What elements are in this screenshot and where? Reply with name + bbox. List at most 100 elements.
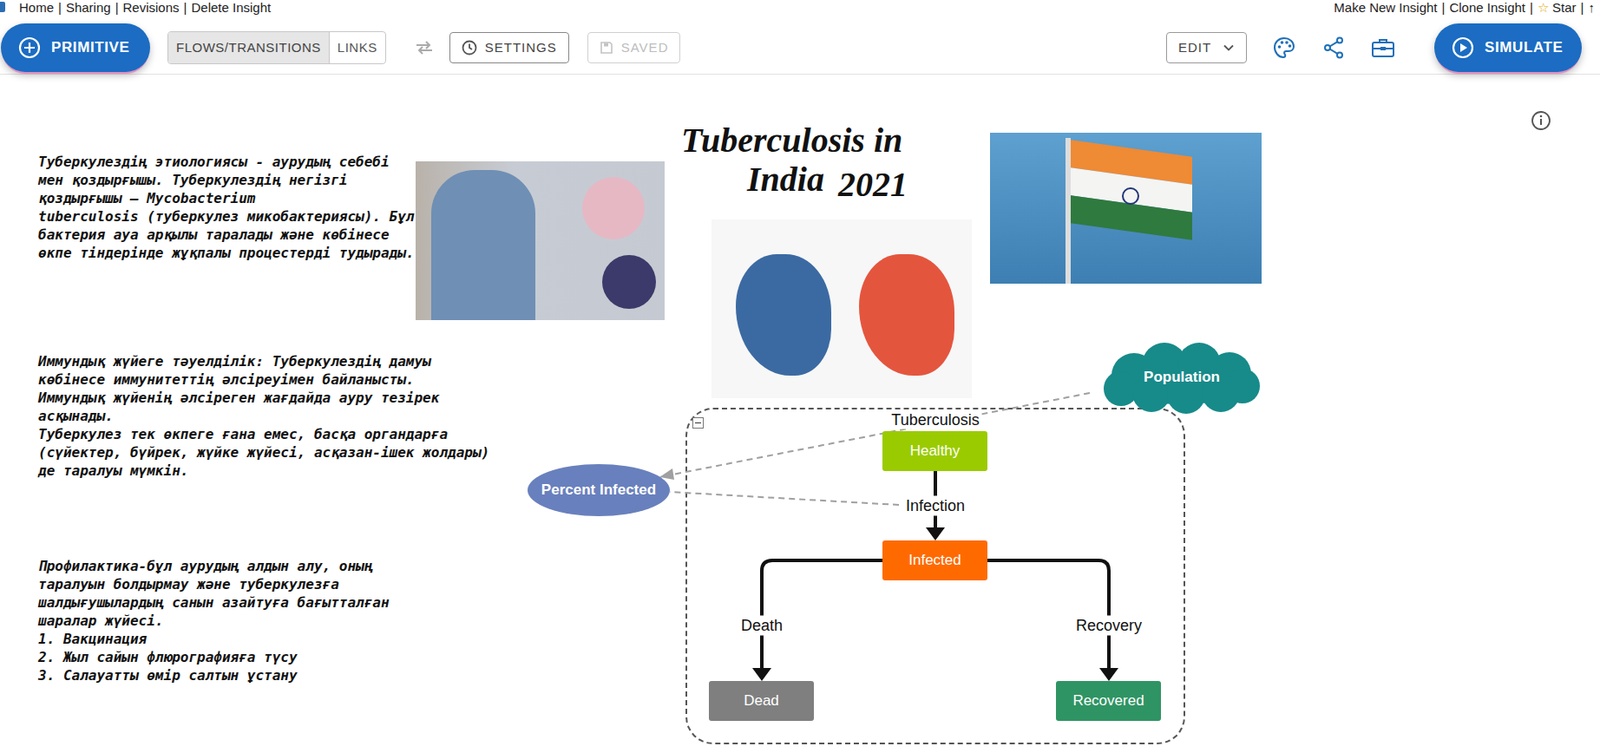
note-line: шаралар жүйесі.	[38, 611, 390, 630]
swap-icon[interactable]	[414, 39, 434, 56]
text-note[interactable]: Иммундық жүйеге тәуелділік: Туберкулезді…	[38, 352, 490, 480]
play-circle-icon[interactable]	[1451, 36, 1475, 60]
person-shape	[431, 170, 536, 321]
top-links: Home|Sharing|Revisions|Delete InsightMak…	[0, 0, 1600, 21]
header-link-label: Clone Insight	[1449, 0, 1526, 15]
primitive-button[interactable]: PRIMITIVE	[0, 23, 151, 73]
stock[interactable]: Healthy	[882, 431, 988, 472]
model-canvas[interactable]: Туберкулездің этиологиясы - аурудың себе…	[0, 74, 1600, 753]
play-circle-icon[interactable]	[1451, 36, 1475, 60]
note-line: Профилактика-бұл аурудың алдын алу, оның	[38, 557, 390, 576]
chevron-down-icon[interactable]	[1223, 44, 1234, 52]
clock-icon[interactable]	[461, 39, 478, 56]
flow-arrowhead[interactable]	[1099, 668, 1119, 682]
stock[interactable]: Recovered	[1055, 681, 1161, 722]
flag-wheel	[1121, 187, 1140, 205]
variable-label: Population	[1143, 368, 1220, 387]
tb-patient-picture[interactable]	[415, 161, 665, 321]
add-circle-icon[interactable]	[18, 36, 41, 60]
simulate-button[interactable]: SIMULATE	[1434, 23, 1582, 73]
edit-dropdown[interactable]: EDIT	[1166, 32, 1247, 64]
info-button[interactable]	[1530, 110, 1552, 132]
header-link[interactable]: ↑	[1588, 0, 1596, 15]
info-icon[interactable]	[1530, 110, 1552, 132]
note-line: асқынады.	[38, 406, 490, 426]
stock[interactable]: Dead	[708, 681, 814, 722]
folder-label[interactable]: Tuberculosis	[888, 411, 982, 430]
add-circle-icon[interactable]	[18, 36, 41, 60]
right-links: Make New Insight|Clone Insight|☆ Star|↑	[1333, 0, 1595, 15]
cloud-variable[interactable]: Population	[1099, 340, 1265, 414]
link-line[interactable]	[668, 393, 1090, 476]
variable-label: Percent Infected	[541, 481, 656, 499]
settings-button[interactable]: SETTINGS	[449, 32, 570, 64]
info-icon[interactable]	[1530, 110, 1552, 132]
share-icon[interactable]	[1323, 36, 1345, 60]
share-icon[interactable]	[1323, 36, 1345, 60]
palette-icon[interactable]	[1272, 36, 1296, 60]
header-link-label: ↑	[1588, 0, 1596, 15]
india-flag-picture[interactable]	[990, 132, 1262, 284]
note-line: (сүйектер, бүйрек, жүйке жүйесі, асқазан…	[38, 443, 490, 462]
settings-label: SETTINGS	[485, 39, 558, 55]
swap-button[interactable]	[413, 37, 435, 59]
saved-button[interactable]: SAVED	[587, 32, 682, 64]
toolbox-icon[interactable]	[1370, 37, 1396, 59]
logo-icon	[0, 1, 6, 13]
note-line: Иммундық жүйеге тәуелділік: Туберкулезді…	[38, 352, 490, 371]
header-link-label: Star	[1552, 0, 1577, 15]
note-line: Туберкулездің этиологиясы - аурудың себе…	[38, 152, 414, 171]
toolbox-icon[interactable]	[1370, 37, 1396, 59]
separator: |	[183, 0, 188, 15]
saved-label: SAVED	[621, 39, 669, 55]
note-line: 1. Вакцинация	[38, 629, 390, 649]
edit-label: EDIT	[1178, 39, 1212, 55]
link-line[interactable]	[669, 491, 899, 505]
title-text[interactable]: India	[747, 159, 825, 200]
mode-option[interactable]: FLOWS/TRANSITIONS	[168, 32, 329, 64]
connections	[0, 74, 1600, 753]
header-link[interactable]: ☆ Star	[1537, 0, 1577, 15]
flow-label[interactable]: Recovery	[1074, 616, 1144, 637]
note-line: 2. Жыл сайын флюрографияға түсу	[38, 648, 390, 667]
note-line: 3. Салауатты өмір салтын ұстану	[38, 666, 390, 685]
variable[interactable]: Percent Infected	[527, 464, 670, 517]
save-icon	[599, 40, 614, 55]
toolbar: PRIMITIVE FLOWS/TRANSITIONSLINKS SETTINGS S…	[0, 20, 1600, 75]
left-links: Home|Sharing|Revisions|Delete Insight	[19, 0, 271, 15]
flow-arrowhead[interactable]	[752, 668, 772, 682]
header-link-label: Make New Insight	[1333, 0, 1437, 15]
header-link[interactable]: Delete Insight	[190, 0, 271, 15]
note-line: қоздырғышы — Mycobacterium	[38, 189, 414, 208]
palette-icon[interactable]	[1272, 36, 1296, 60]
flow-label[interactable]: Infection	[904, 496, 967, 517]
title-text[interactable]: 2021	[838, 164, 908, 205]
separator: |	[1580, 0, 1585, 15]
save-icon	[599, 40, 614, 55]
chevron-down-icon[interactable]	[1223, 44, 1234, 52]
style-button[interactable]	[1271, 34, 1298, 61]
clock-icon[interactable]	[461, 39, 478, 56]
note-line: таралуын болдырмау және туберкулезға	[38, 575, 390, 594]
flow-label[interactable]: Death	[739, 616, 785, 637]
tools-button[interactable]	[1370, 34, 1397, 61]
share-button[interactable]	[1320, 34, 1347, 61]
note-line: мен қоздырғышы. Туберкулездің негізгі	[38, 170, 414, 190]
separator: |	[1529, 0, 1534, 15]
note-line: өкпе тіндерінде жұқпалы процестерді туды…	[38, 243, 414, 263]
header-link[interactable]: Clone Insight	[1449, 0, 1526, 15]
india-maps-picture[interactable]	[711, 219, 972, 399]
stock[interactable]: Infected	[882, 540, 988, 581]
swap-icon[interactable]	[414, 39, 434, 56]
text-note[interactable]: Профилактика-бұл аурудың алдын алу, оның…	[38, 557, 390, 685]
simulate-label: SIMULATE	[1484, 39, 1563, 57]
flow-arrowhead[interactable]	[925, 527, 945, 541]
header-link[interactable]: Revisions	[123, 0, 180, 15]
mode-option[interactable]: LINKS	[328, 32, 386, 64]
header-link[interactable]: Make New Insight	[1333, 0, 1437, 15]
header-link[interactable]: Sharing	[65, 0, 112, 15]
collapse-icon[interactable]	[692, 417, 704, 429]
title-text[interactable]: Tuberculosis in	[681, 120, 903, 161]
text-note[interactable]: Туберкулездің этиологиясы - аурудың себе…	[38, 152, 414, 263]
header-link[interactable]: Home	[19, 0, 54, 15]
